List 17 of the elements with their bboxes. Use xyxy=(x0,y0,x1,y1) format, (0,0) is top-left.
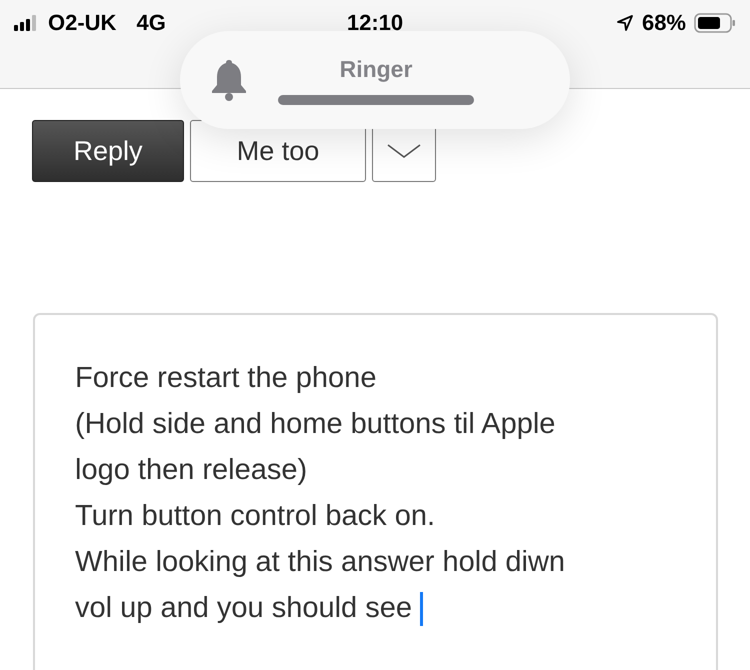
text-line: vol up and you should see xyxy=(75,585,716,631)
reply-text-area[interactable]: Force restart the phone (Hold side and home buttons til Apple logo then release) Turn button control back on. While looking at this answer hold diwn vol up and you should see xyxy=(33,313,718,670)
clock-time: 12:10 xyxy=(346,10,404,36)
text-line: Turn button control back on. xyxy=(75,499,436,534)
text-line: (Hold side and home buttons til Apple xyxy=(75,407,556,442)
location-arrow-icon xyxy=(616,14,634,32)
reply-button[interactable]: Reply xyxy=(32,120,184,182)
network-type: 4G xyxy=(136,10,166,36)
battery-percentage: 68% xyxy=(642,10,686,36)
text-line: logo then release) xyxy=(75,453,308,488)
text-line: Force restart the phone xyxy=(75,361,378,396)
chevron-down-icon xyxy=(387,144,421,158)
carrier-name: O2-UK xyxy=(48,10,116,36)
bell-icon xyxy=(210,58,248,102)
text-line: While looking at this answer hold diwn xyxy=(75,545,566,580)
ringer-label: Ringer xyxy=(340,56,412,82)
battery-icon xyxy=(694,13,736,33)
